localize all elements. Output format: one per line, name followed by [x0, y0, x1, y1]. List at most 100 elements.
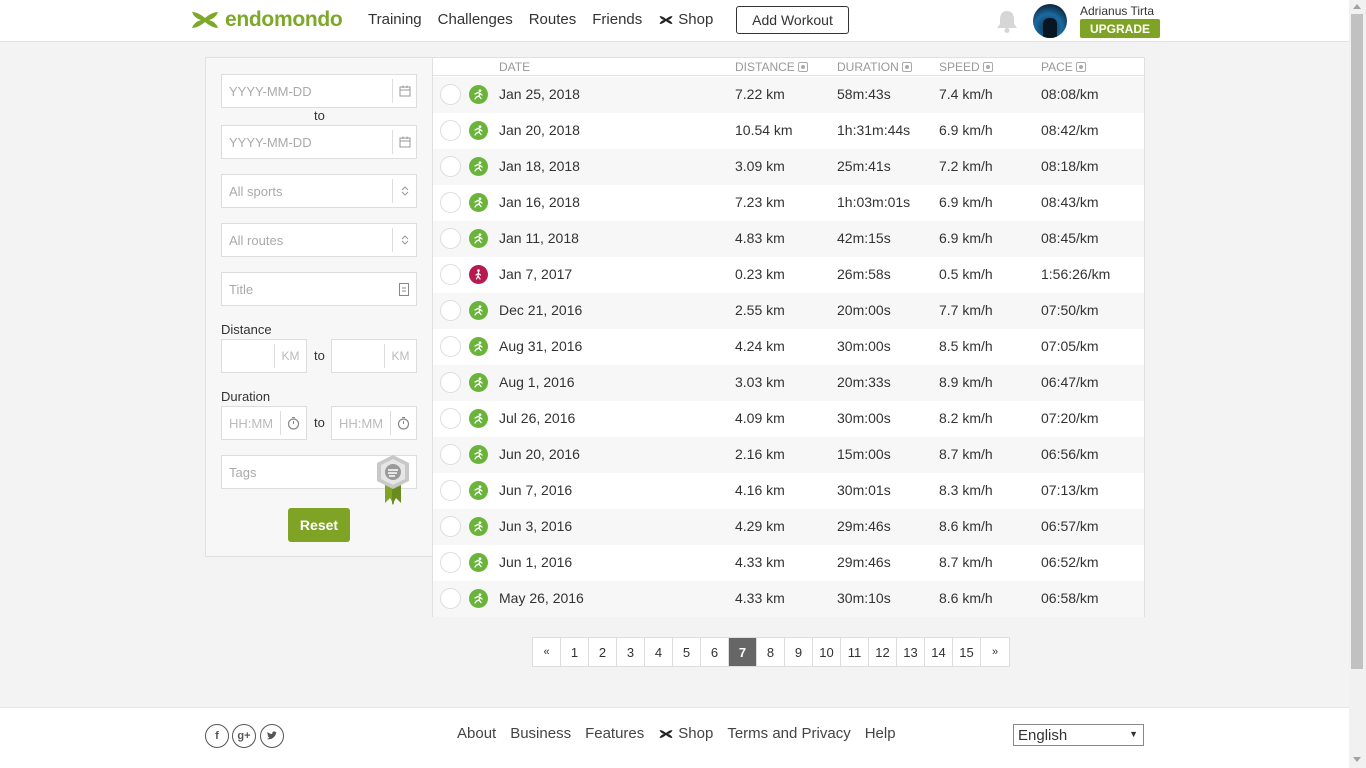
- table-row[interactable]: Jul 26, 2016 4.09 km 30m:00s 8.2 km/h 07:20/…: [433, 401, 1144, 437]
- upgrade-button[interactable]: UPGRADE: [1080, 19, 1160, 38]
- routes-select[interactable]: All routes: [221, 223, 417, 257]
- nav-challenges[interactable]: Challenges: [438, 11, 513, 28]
- start-date-input[interactable]: YYYY-MM-DD: [221, 74, 417, 108]
- row-select-checkbox[interactable]: [440, 408, 461, 429]
- table-row[interactable]: May 26, 2016 4.33 km 30m:10s 8.6 km/h 06:58/…: [433, 581, 1144, 617]
- table-row[interactable]: Jan 25, 2018 7.22 km 58m:43s 7.4 km/h 08:08/…: [433, 77, 1144, 113]
- reset-button[interactable]: Reset: [288, 508, 350, 542]
- row-select-checkbox[interactable]: [440, 552, 461, 573]
- pagination-page[interactable]: 10: [813, 638, 841, 666]
- cell-date[interactable]: Jun 7, 2016: [499, 482, 572, 498]
- row-select-checkbox[interactable]: [440, 444, 461, 465]
- footer-link-features[interactable]: Features: [585, 725, 644, 742]
- endomondo-logo[interactable]: endomondo: [190, 8, 343, 32]
- row-select-checkbox[interactable]: [440, 228, 461, 249]
- pagination-page[interactable]: 2: [589, 638, 617, 666]
- table-row[interactable]: Jan 20, 2018 10.54 km 1h:31m:44s 6.9 km/h 08…: [433, 113, 1144, 149]
- footer-link-business[interactable]: Business: [510, 725, 571, 742]
- scroll-down-arrow-icon[interactable]: [1353, 757, 1361, 762]
- distance-min-input[interactable]: KM: [221, 339, 307, 373]
- cell-date[interactable]: Jan 18, 2018: [499, 158, 580, 174]
- facebook-icon[interactable]: f: [205, 724, 229, 748]
- table-row[interactable]: Jun 1, 2016 4.33 km 29m:46s 8.7 km/h 06:52/k…: [433, 545, 1144, 581]
- table-row[interactable]: Jun 7, 2016 4.16 km 30m:01s 8.3 km/h 07:13/k…: [433, 473, 1144, 509]
- scroll-thumb[interactable]: [1351, 14, 1363, 669]
- nav-friends[interactable]: Friends: [592, 11, 642, 28]
- column-distance[interactable]: DISTANCE: [735, 60, 808, 74]
- notifications-bell-icon[interactable]: [994, 8, 1020, 34]
- pagination-page[interactable]: 7: [729, 638, 757, 666]
- cell-date[interactable]: Jan 11, 2018: [499, 230, 579, 246]
- cell-date[interactable]: Jun 1, 2016: [499, 554, 572, 570]
- row-select-checkbox[interactable]: [440, 264, 461, 285]
- sports-select[interactable]: All sports: [221, 174, 417, 208]
- cell-date[interactable]: Jun 20, 2016: [499, 446, 580, 462]
- cell-date[interactable]: Aug 31, 2016: [499, 338, 582, 354]
- cell-date[interactable]: Aug 1, 2016: [499, 374, 575, 390]
- row-select-checkbox[interactable]: [440, 156, 461, 177]
- title-input[interactable]: Title: [221, 272, 417, 306]
- row-select-checkbox[interactable]: [440, 336, 461, 357]
- row-select-checkbox[interactable]: [440, 120, 461, 141]
- footer-link-terms[interactable]: Terms and Privacy: [727, 725, 850, 742]
- sort-icon[interactable]: [797, 62, 808, 72]
- duration-max-input[interactable]: HH:MM: [331, 406, 417, 440]
- pagination-page[interactable]: 9: [785, 638, 813, 666]
- sort-icon[interactable]: [901, 62, 912, 72]
- footer-link-about[interactable]: About: [457, 725, 496, 742]
- pagination-page[interactable]: 15: [953, 638, 981, 666]
- sort-icon[interactable]: [982, 62, 993, 72]
- language-select[interactable]: English ▼: [1013, 724, 1144, 746]
- pagination-page[interactable]: 1: [561, 638, 589, 666]
- table-row[interactable]: Aug 1, 2016 3.03 km 20m:33s 8.9 km/h 06:47/k…: [433, 365, 1144, 401]
- cell-date[interactable]: Jul 26, 2016: [499, 410, 575, 426]
- footer-link-help[interactable]: Help: [865, 725, 896, 742]
- nav-training[interactable]: Training: [368, 11, 422, 28]
- pagination-page[interactable]: 12: [869, 638, 897, 666]
- end-date-input[interactable]: YYYY-MM-DD: [221, 125, 417, 159]
- table-row[interactable]: Jan 18, 2018 3.09 km 25m:41s 7.2 km/h 08:18/…: [433, 149, 1144, 185]
- cell-date[interactable]: Jan 25, 2018: [499, 86, 580, 102]
- table-row[interactable]: Jun 3, 2016 4.29 km 29m:46s 8.6 km/h 06:57/k…: [433, 509, 1144, 545]
- pagination-page[interactable]: 6: [701, 638, 729, 666]
- duration-min-input[interactable]: HH:MM: [221, 406, 307, 440]
- google-plus-icon[interactable]: g+: [232, 724, 256, 748]
- calendar-icon[interactable]: [392, 79, 416, 103]
- table-row[interactable]: Dec 21, 2016 2.55 km 20m:00s 7.7 km/h 07:50/…: [433, 293, 1144, 329]
- column-duration[interactable]: DURATION: [837, 60, 912, 74]
- nav-routes[interactable]: Routes: [529, 11, 577, 28]
- pagination-next[interactable]: »: [981, 638, 1009, 666]
- table-row[interactable]: Aug 31, 2016 4.24 km 30m:00s 8.5 km/h 07:05/…: [433, 329, 1144, 365]
- table-row[interactable]: Jan 16, 2018 7.23 km 1h:03m:01s 6.9 km/h 08:…: [433, 185, 1144, 221]
- row-select-checkbox[interactable]: [440, 516, 461, 537]
- column-date[interactable]: DATE: [499, 60, 530, 74]
- row-select-checkbox[interactable]: [440, 372, 461, 393]
- pagination-page[interactable]: 8: [757, 638, 785, 666]
- cell-date[interactable]: Jun 3, 2016: [499, 518, 572, 534]
- pagination-prev[interactable]: «: [533, 638, 561, 666]
- table-row[interactable]: Jan 11, 2018 4.83 km 42m:15s 6.9 km/h 08:45/…: [433, 221, 1144, 257]
- table-row[interactable]: Jan 7, 2017 0.23 km 26m:58s 0.5 km/h 1:56:26…: [433, 257, 1144, 293]
- achievement-badge-icon[interactable]: [373, 453, 413, 509]
- nav-shop[interactable]: Shop: [658, 11, 713, 28]
- cell-date[interactable]: Jan 20, 2018: [499, 122, 580, 138]
- calendar-icon[interactable]: [392, 130, 416, 154]
- pagination-page[interactable]: 3: [617, 638, 645, 666]
- row-select-checkbox[interactable]: [440, 588, 461, 609]
- add-workout-button[interactable]: Add Workout: [736, 6, 849, 34]
- footer-link-shop[interactable]: Shop: [658, 725, 713, 742]
- page-scrollbar[interactable]: [1349, 0, 1366, 768]
- distance-max-input[interactable]: KM: [331, 339, 417, 373]
- row-select-checkbox[interactable]: [440, 480, 461, 501]
- row-select-checkbox[interactable]: [440, 300, 461, 321]
- cell-date[interactable]: May 26, 2016: [499, 590, 584, 606]
- column-pace[interactable]: PACE: [1041, 60, 1086, 74]
- pagination-page[interactable]: 11: [841, 638, 869, 666]
- cell-date[interactable]: Jan 7, 2017: [499, 266, 572, 282]
- user-name[interactable]: Adrianus Tirta: [1080, 4, 1154, 18]
- table-row[interactable]: Jun 20, 2016 2.16 km 15m:00s 8.7 km/h 06:56/…: [433, 437, 1144, 473]
- pagination-page[interactable]: 14: [925, 638, 953, 666]
- pagination-page[interactable]: 4: [645, 638, 673, 666]
- twitter-icon[interactable]: [260, 724, 284, 748]
- row-select-checkbox[interactable]: [440, 84, 461, 105]
